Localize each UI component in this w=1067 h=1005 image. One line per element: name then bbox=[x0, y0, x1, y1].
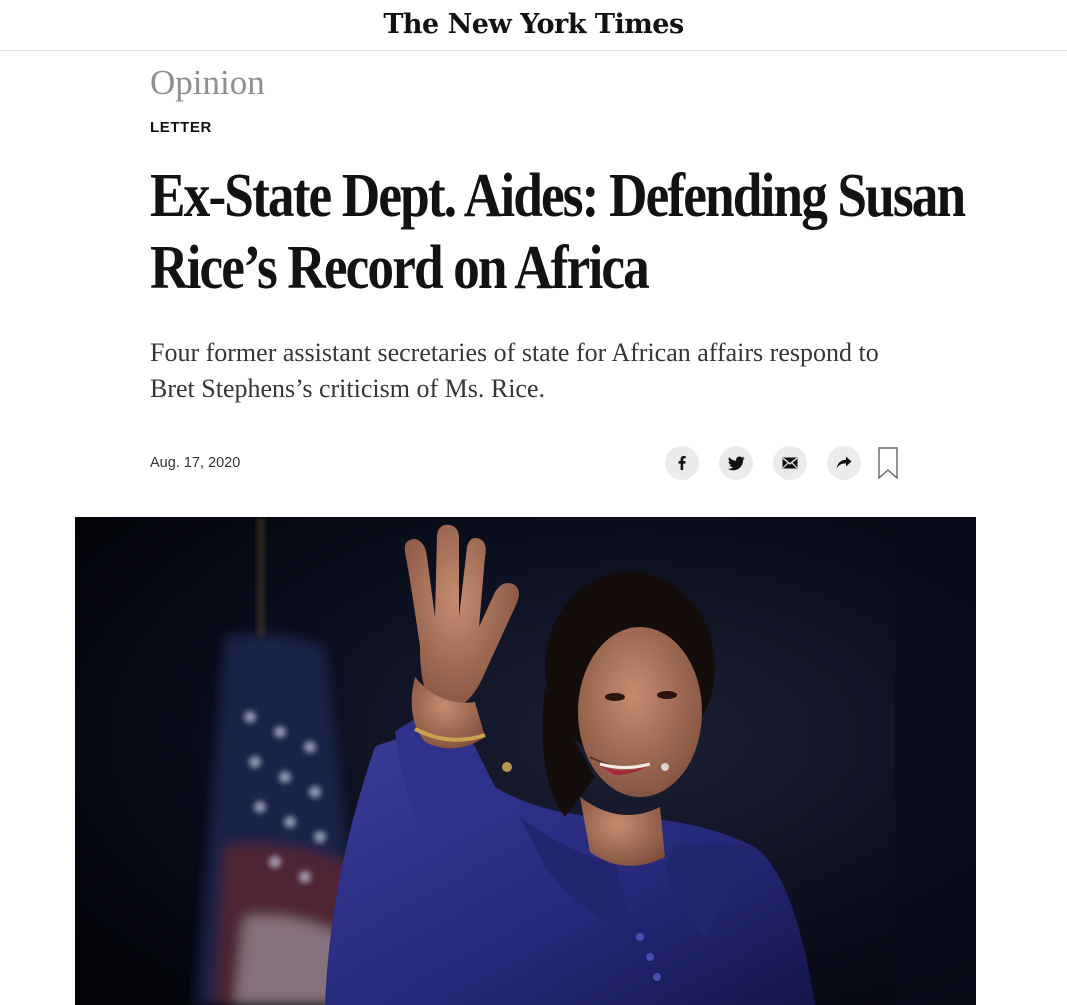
twitter-icon bbox=[727, 455, 745, 470]
bookmark-icon bbox=[878, 447, 898, 479]
save-bookmark-button[interactable] bbox=[878, 447, 898, 479]
publish-date: Aug. 17, 2020 bbox=[150, 455, 241, 471]
share-tools bbox=[665, 446, 898, 480]
facebook-share-button[interactable] bbox=[665, 446, 699, 480]
article-summary: Four former assistant secretaries of sta… bbox=[150, 338, 879, 403]
twitter-share-button[interactable] bbox=[719, 446, 753, 480]
photo-susan-rice-waving bbox=[75, 517, 976, 1005]
headline: Ex-State Dept. Aides: Defending Susan Ri… bbox=[150, 160, 966, 304]
facebook-icon bbox=[678, 456, 686, 470]
headline-line-2: Rice’s Record on Africa bbox=[150, 234, 650, 302]
masthead: The New York Times bbox=[0, 0, 1067, 51]
email-share-button[interactable] bbox=[773, 446, 807, 480]
nyt-logo[interactable]: The New York Times bbox=[383, 11, 684, 38]
article-photo bbox=[75, 517, 976, 1005]
more-share-button[interactable] bbox=[827, 446, 861, 480]
section-kicker[interactable]: Opinion bbox=[150, 62, 265, 104]
article-label: LETTER bbox=[150, 119, 212, 136]
share-arrow-icon bbox=[836, 456, 852, 469]
email-icon bbox=[782, 457, 798, 469]
headline-line-1: Ex-State Dept. Aides: Defending Susan bbox=[150, 162, 966, 230]
